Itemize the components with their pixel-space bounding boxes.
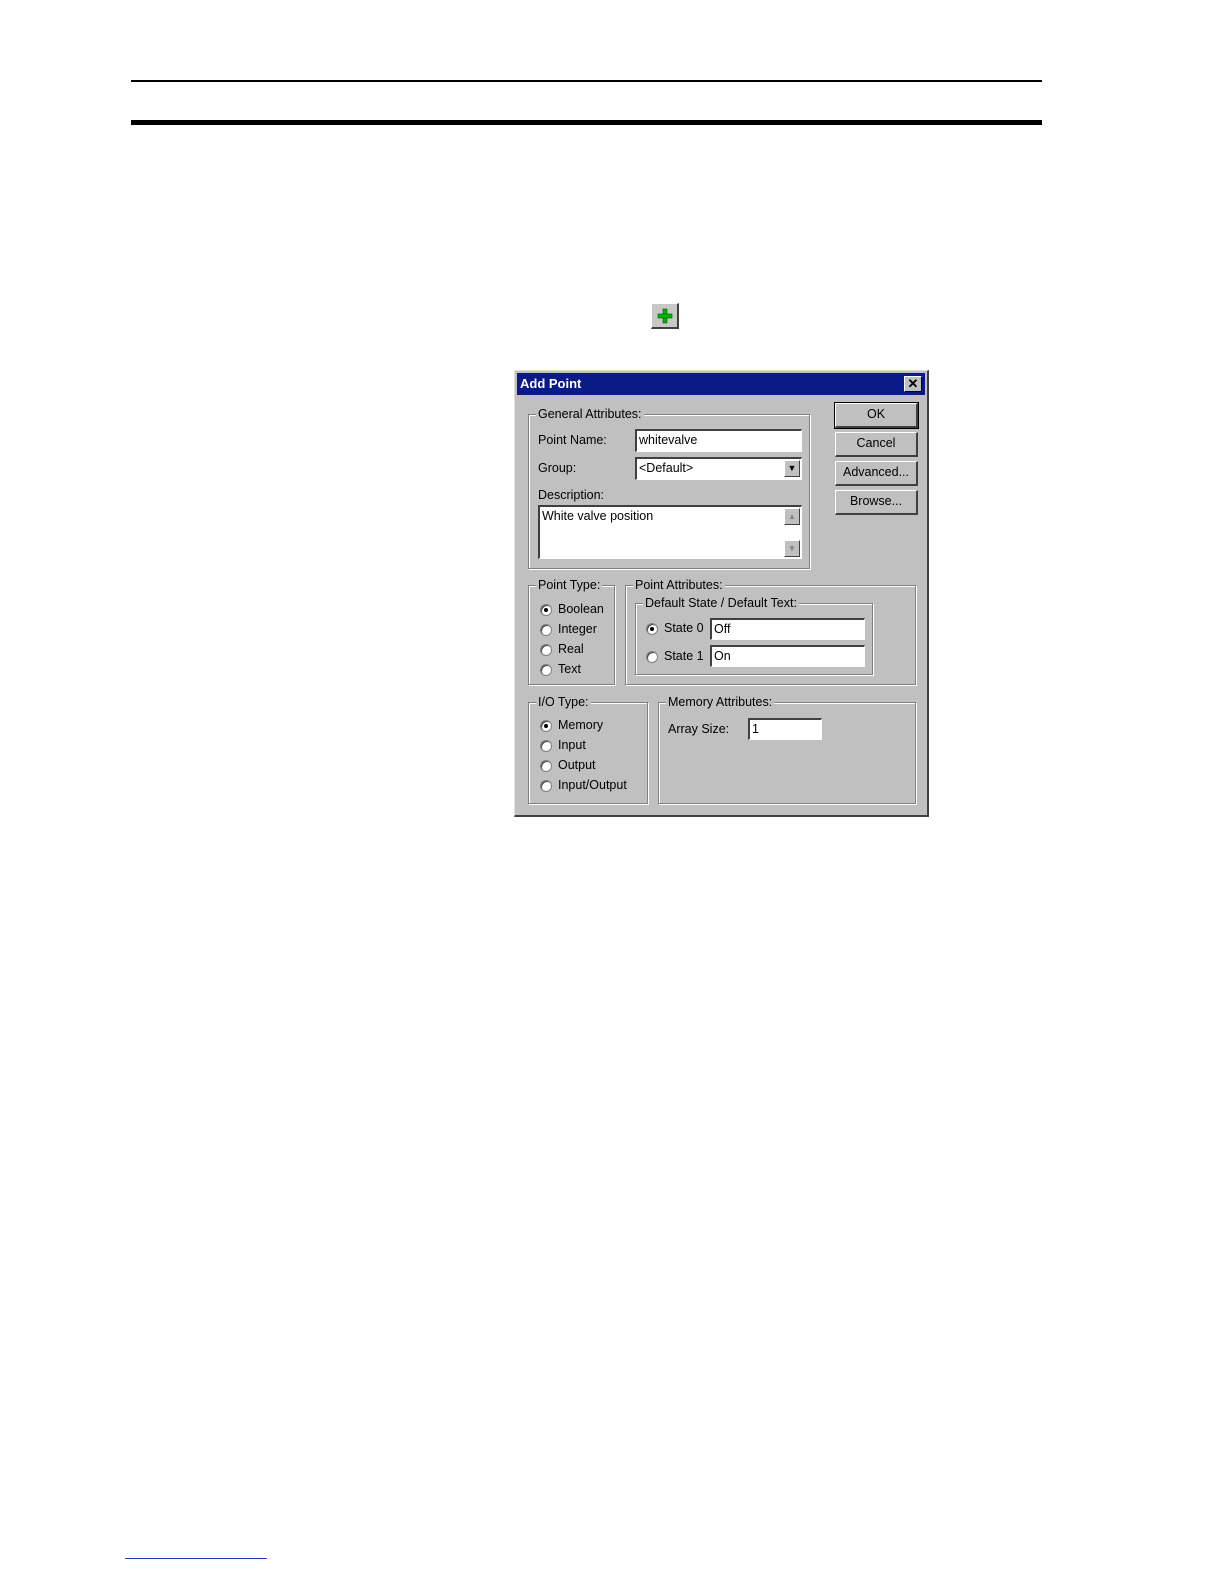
point-type-real-radio[interactable]	[540, 644, 552, 656]
browse-button[interactable]: Browse...	[835, 490, 918, 515]
point-type-text-radio[interactable]	[540, 664, 552, 676]
io-type-input-output-label: Input/Output	[558, 778, 627, 792]
dialog-title: Add Point	[520, 376, 582, 391]
description-label: Description:	[538, 488, 604, 502]
group-select-value: <Default>	[639, 461, 694, 475]
cancel-button[interactable]: Cancel	[835, 432, 918, 457]
close-icon[interactable]: ✕	[904, 376, 922, 392]
io-type-memory-radio[interactable]	[540, 720, 552, 732]
point-type-integer-label: Integer	[558, 622, 597, 636]
io-type-memory-label: Memory	[558, 718, 604, 732]
footer-rule	[125, 1558, 267, 1559]
state1-radio[interactable]	[646, 651, 658, 663]
group-label: Group:	[538, 461, 577, 475]
default-state-legend: Default State / Default Text:	[643, 595, 799, 611]
state0-input[interactable]: Off	[710, 618, 865, 640]
array-size-label: Array Size:	[668, 722, 730, 736]
group-select[interactable]: <Default> ▼	[635, 457, 802, 480]
state0-label: State 0	[664, 621, 704, 635]
point-type-legend: Point Type:	[536, 577, 603, 593]
point-type-boolean-radio[interactable]	[540, 604, 552, 616]
array-size-input[interactable]: 1	[748, 718, 822, 740]
advanced-button[interactable]: Advanced...	[835, 461, 918, 486]
add-point-dialog: Add Point ✕ OK Cancel Advanced... Browse…	[514, 370, 929, 817]
general-attributes-legend: General Attributes:	[536, 406, 644, 422]
state1-input[interactable]: On	[710, 645, 865, 667]
point-type-text-label: Text	[558, 662, 581, 676]
ok-button[interactable]: OK	[834, 402, 919, 429]
io-type-output-radio[interactable]	[540, 760, 552, 772]
chevron-down-icon[interactable]: ▼	[784, 460, 800, 477]
point-type-boolean-label: Boolean	[558, 602, 604, 616]
header-rule-thick	[131, 120, 1042, 125]
description-textarea[interactable]: White valve position ▲ ▼	[538, 505, 802, 559]
dialog-titlebar: Add Point ✕	[517, 373, 925, 395]
io-type-input-output-radio[interactable]	[540, 780, 552, 792]
scroll-up-icon[interactable]: ▲	[784, 508, 800, 525]
header-rule-thin	[131, 80, 1042, 82]
state0-radio[interactable]	[646, 623, 658, 635]
io-type-input-radio[interactable]	[540, 740, 552, 752]
point-type-integer-radio[interactable]	[540, 624, 552, 636]
state1-label: State 1	[664, 649, 704, 663]
green-plus-icon	[657, 308, 673, 324]
description-text: White valve position	[542, 509, 654, 523]
io-type-legend: I/O Type:	[536, 694, 591, 710]
io-type-output-label: Output	[558, 758, 596, 772]
io-type-input-label: Input	[558, 738, 586, 752]
scroll-down-icon[interactable]: ▼	[784, 540, 800, 557]
point-attributes-legend: Point Attributes:	[633, 577, 725, 593]
add-point-toolbar-button[interactable]	[651, 303, 679, 329]
point-name-label: Point Name:	[538, 433, 607, 447]
memory-attributes-legend: Memory Attributes:	[666, 694, 775, 710]
point-type-real-label: Real	[558, 642, 584, 656]
point-name-input[interactable]: whitevalve	[635, 429, 802, 452]
